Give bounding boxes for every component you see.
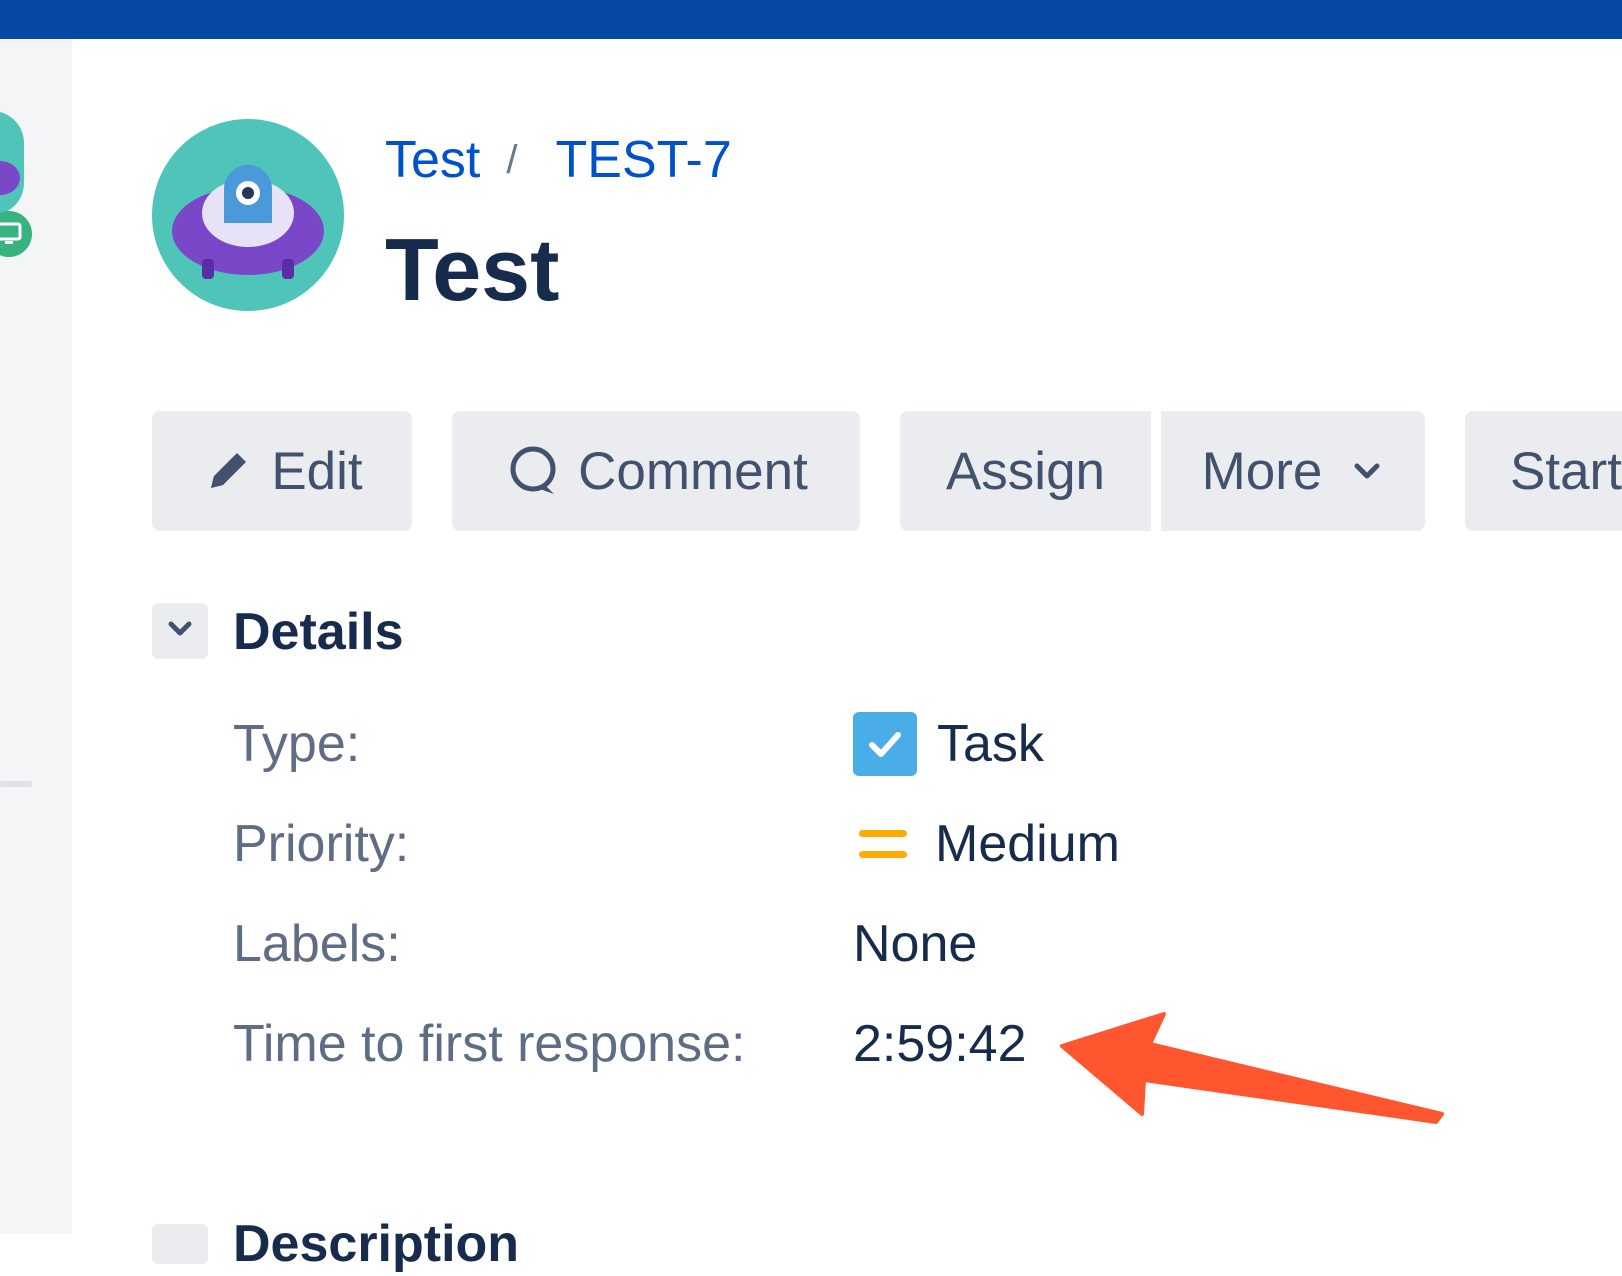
comment-button[interactable]: Comment: [452, 411, 860, 531]
assign-button-label: Assign: [945, 441, 1106, 501]
more-button[interactable]: More: [1161, 411, 1425, 531]
pencil-icon: [201, 444, 255, 498]
service-desk-badge-icon: [0, 211, 32, 257]
speech-bubble-icon: [504, 444, 562, 498]
breadcrumb-project-link[interactable]: Test: [385, 130, 480, 190]
annotation-arrow-icon: [1058, 1010, 1444, 1128]
breadcrumb-issue-key-link[interactable]: TEST-7: [556, 130, 732, 190]
field-value-type[interactable]: Task: [853, 712, 1044, 776]
start-button-label: Start: [1510, 441, 1622, 501]
assign-button[interactable]: Assign: [900, 411, 1151, 531]
page-title: Test: [385, 220, 560, 319]
edit-button-label: Edit: [271, 441, 363, 501]
more-button-label: More: [1201, 441, 1323, 501]
details-collapse-toggle[interactable]: [152, 603, 208, 659]
description-collapse-toggle[interactable]: [152, 1224, 208, 1264]
field-value-priority-text: Medium: [935, 815, 1120, 873]
chevron-down-icon: [1350, 454, 1384, 488]
field-value-time-to-first-response: 2:59:42: [853, 1015, 1027, 1073]
project-avatar-icon[interactable]: [0, 111, 24, 215]
field-value-labels[interactable]: None: [853, 912, 977, 976]
sidebar-divider: [0, 781, 32, 787]
field-label-time-to-first-response: Time to first response:: [233, 1015, 746, 1073]
ufo-avatar-icon: [152, 119, 344, 311]
priority-medium-icon: [857, 824, 909, 864]
field-value-type-text: Task: [937, 715, 1044, 773]
breadcrumb: Test / TEST-7: [385, 128, 732, 192]
field-label-priority: Priority:: [233, 815, 410, 873]
chevron-down-icon: [164, 613, 196, 650]
task-checkbox-icon: [853, 712, 917, 776]
details-heading: Details: [233, 603, 404, 661]
edit-button[interactable]: Edit: [152, 411, 412, 531]
start-button[interactable]: Start: [1465, 411, 1622, 531]
field-label-type: Type:: [233, 715, 361, 773]
breadcrumb-separator: /: [506, 137, 518, 182]
field-label-labels: Labels:: [233, 915, 401, 973]
description-heading: Description: [233, 1215, 520, 1273]
top-navigation-bar: [0, 0, 1622, 39]
comment-button-label: Comment: [578, 441, 808, 501]
project-sidebar: [0, 39, 72, 1234]
field-value-priority[interactable]: Medium: [853, 812, 1120, 876]
